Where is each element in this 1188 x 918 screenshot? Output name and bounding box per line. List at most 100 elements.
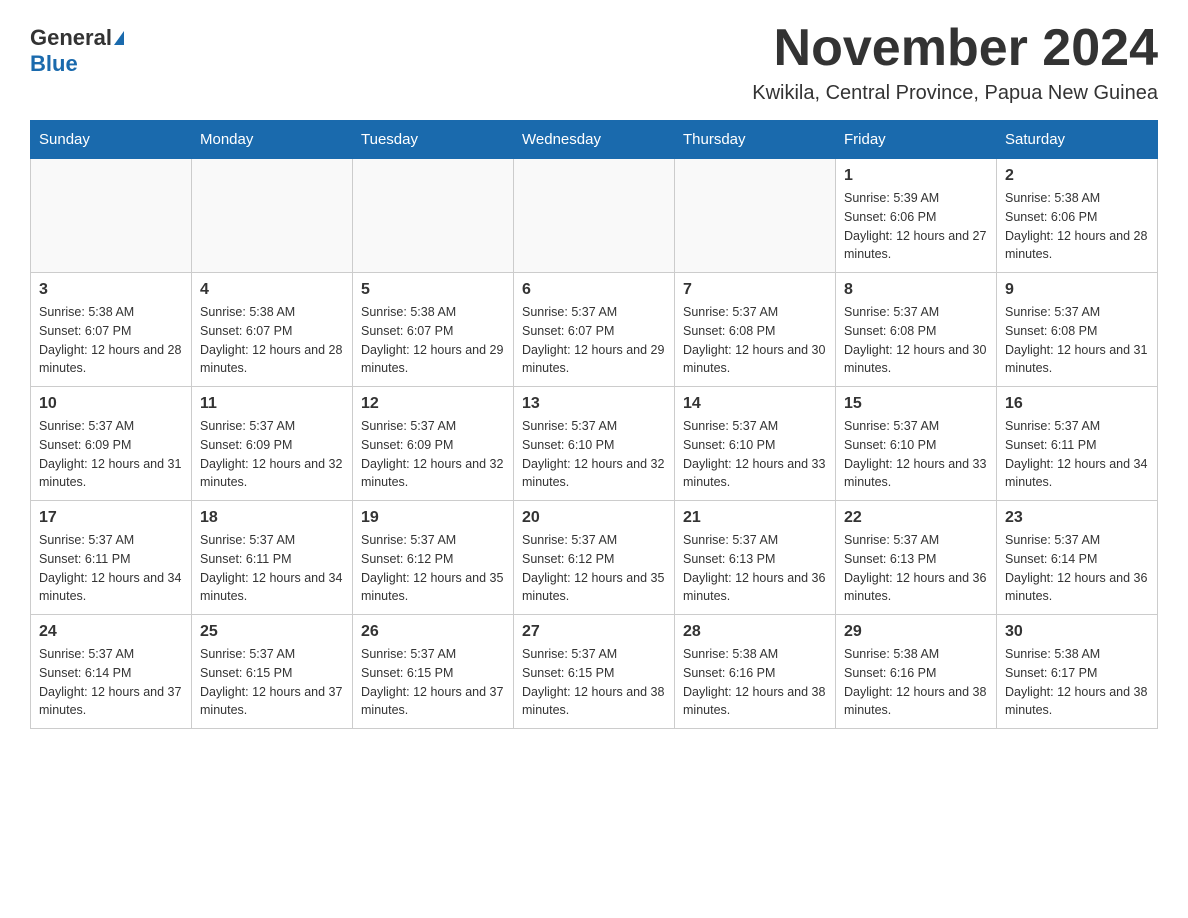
calendar-cell: 17 Sunrise: 5:37 AMSunset: 6:11 PMDayligh… <box>31 501 192 615</box>
cell-sun-info: Sunrise: 5:37 AMSunset: 6:09 PMDaylight:… <box>39 417 183 492</box>
cell-day-number: 15 <box>844 395 988 413</box>
page-header: General Blue November 2024 Kwikila, Cent… <box>30 20 1158 105</box>
cell-sun-info: Sunrise: 5:37 AMSunset: 6:14 PMDaylight:… <box>39 645 183 720</box>
day-header-saturday: Saturday <box>997 121 1158 159</box>
month-title: November 2024 <box>752 20 1158 77</box>
cell-day-number: 30 <box>1005 623 1149 641</box>
cell-day-number: 12 <box>361 395 505 413</box>
calendar-body: 1 Sunrise: 5:39 AMSunset: 6:06 PMDaylight… <box>31 159 1158 729</box>
cell-day-number: 9 <box>1005 281 1149 299</box>
cell-day-number: 25 <box>200 623 344 641</box>
cell-day-number: 19 <box>361 509 505 527</box>
calendar-cell: 20 Sunrise: 5:37 AMSunset: 6:12 PMDayligh… <box>514 501 675 615</box>
cell-day-number: 2 <box>1005 167 1149 185</box>
calendar-cell: 8 Sunrise: 5:37 AMSunset: 6:08 PMDaylight… <box>836 273 997 387</box>
cell-day-number: 6 <box>522 281 666 299</box>
calendar-cell: 21 Sunrise: 5:37 AMSunset: 6:13 PMDayligh… <box>675 501 836 615</box>
calendar-table: SundayMondayTuesdayWednesdayThursdayFrid… <box>30 120 1158 729</box>
cell-day-number: 27 <box>522 623 666 641</box>
calendar-cell: 3 Sunrise: 5:38 AMSunset: 6:07 PMDaylight… <box>31 273 192 387</box>
cell-sun-info: Sunrise: 5:37 AMSunset: 6:07 PMDaylight:… <box>522 303 666 378</box>
cell-sun-info: Sunrise: 5:37 AMSunset: 6:12 PMDaylight:… <box>361 531 505 606</box>
cell-day-number: 18 <box>200 509 344 527</box>
calendar-cell: 16 Sunrise: 5:37 AMSunset: 6:11 PMDayligh… <box>997 387 1158 501</box>
calendar-cell: 18Sunrise: 5:37 AMSunset: 6:11 PMDayligh… <box>192 501 353 615</box>
cell-day-number: 13 <box>522 395 666 413</box>
calendar-cell: 5Sunrise: 5:38 AMSunset: 6:07 PMDaylight… <box>353 273 514 387</box>
cell-day-number: 11 <box>200 395 344 413</box>
calendar-cell: 19 Sunrise: 5:37 AMSunset: 6:12 PMDayligh… <box>353 501 514 615</box>
cell-day-number: 22 <box>844 509 988 527</box>
calendar-cell: 9 Sunrise: 5:37 AMSunset: 6:08 PMDaylight… <box>997 273 1158 387</box>
calendar-cell <box>514 159 675 273</box>
calendar-cell: 4 Sunrise: 5:38 AMSunset: 6:07 PMDaylight… <box>192 273 353 387</box>
calendar-cell: 1 Sunrise: 5:39 AMSunset: 6:06 PMDaylight… <box>836 159 997 273</box>
cell-day-number: 21 <box>683 509 827 527</box>
cell-sun-info: Sunrise: 5:39 AMSunset: 6:06 PMDaylight:… <box>844 189 988 264</box>
logo-general: General <box>30 25 112 51</box>
calendar-week-row: 17 Sunrise: 5:37 AMSunset: 6:11 PMDayligh… <box>31 501 1158 615</box>
calendar-cell <box>31 159 192 273</box>
cell-sun-info: Sunrise: 5:38 AMSunset: 6:07 PMDaylight:… <box>200 303 344 378</box>
cell-day-number: 29 <box>844 623 988 641</box>
calendar-cell: 28 Sunrise: 5:38 AMSunset: 6:16 PMDayligh… <box>675 615 836 729</box>
cell-day-number: 4 <box>200 281 344 299</box>
day-header-monday: Monday <box>192 121 353 159</box>
cell-day-number: 3 <box>39 281 183 299</box>
cell-sun-info: Sunrise: 5:38 AMSunset: 6:07 PMDaylight:… <box>39 303 183 378</box>
cell-sun-info: Sunrise: 5:38 AMSunset: 6:16 PMDaylight:… <box>683 645 827 720</box>
day-header-thursday: Thursday <box>675 121 836 159</box>
cell-sun-info: Sunrise: 5:37 AMSunset: 6:08 PMDaylight:… <box>683 303 827 378</box>
cell-day-number: 1 <box>844 167 988 185</box>
calendar-header-row: SundayMondayTuesdayWednesdayThursdayFrid… <box>31 121 1158 159</box>
cell-sun-info: Sunrise: 5:37 AMSunset: 6:09 PMDaylight:… <box>361 417 505 492</box>
calendar-cell: 23Sunrise: 5:37 AMSunset: 6:14 PMDayligh… <box>997 501 1158 615</box>
cell-day-number: 17 <box>39 509 183 527</box>
cell-sun-info: Sunrise: 5:37 AMSunset: 6:11 PMDaylight:… <box>1005 417 1149 492</box>
calendar-cell: 15 Sunrise: 5:37 AMSunset: 6:10 PMDayligh… <box>836 387 997 501</box>
cell-sun-info: Sunrise: 5:38 AMSunset: 6:06 PMDaylight:… <box>1005 189 1149 264</box>
cell-day-number: 7 <box>683 281 827 299</box>
calendar-cell: 22 Sunrise: 5:37 AMSunset: 6:13 PMDayligh… <box>836 501 997 615</box>
cell-sun-info: Sunrise: 5:37 AMSunset: 6:12 PMDaylight:… <box>522 531 666 606</box>
calendar-cell: 11Sunrise: 5:37 AMSunset: 6:09 PMDayligh… <box>192 387 353 501</box>
calendar-cell: 13 Sunrise: 5:37 AMSunset: 6:10 PMDayligh… <box>514 387 675 501</box>
location-title: Kwikila, Central Province, Papua New Gui… <box>752 82 1158 105</box>
calendar-cell: 27Sunrise: 5:37 AMSunset: 6:15 PMDayligh… <box>514 615 675 729</box>
day-header-sunday: Sunday <box>31 121 192 159</box>
cell-day-number: 28 <box>683 623 827 641</box>
cell-day-number: 10 <box>39 395 183 413</box>
cell-sun-info: Sunrise: 5:38 AMSunset: 6:17 PMDaylight:… <box>1005 645 1149 720</box>
cell-sun-info: Sunrise: 5:37 AMSunset: 6:10 PMDaylight:… <box>844 417 988 492</box>
logo-blue: Blue <box>30 51 78 77</box>
cell-sun-info: Sunrise: 5:37 AMSunset: 6:13 PMDaylight:… <box>844 531 988 606</box>
title-block: November 2024 Kwikila, Central Province,… <box>752 20 1158 105</box>
calendar-cell: 25 Sunrise: 5:37 AMSunset: 6:15 PMDayligh… <box>192 615 353 729</box>
cell-sun-info: Sunrise: 5:37 AMSunset: 6:15 PMDaylight:… <box>200 645 344 720</box>
day-header-wednesday: Wednesday <box>514 121 675 159</box>
calendar-week-row: 24 Sunrise: 5:37 AMSunset: 6:14 PMDayligh… <box>31 615 1158 729</box>
cell-sun-info: Sunrise: 5:37 AMSunset: 6:08 PMDaylight:… <box>844 303 988 378</box>
cell-sun-info: Sunrise: 5:37 AMSunset: 6:15 PMDaylight:… <box>361 645 505 720</box>
cell-sun-info: Sunrise: 5:37 AMSunset: 6:11 PMDaylight:… <box>39 531 183 606</box>
cell-day-number: 24 <box>39 623 183 641</box>
cell-sun-info: Sunrise: 5:38 AMSunset: 6:16 PMDaylight:… <box>844 645 988 720</box>
calendar-cell: 7 Sunrise: 5:37 AMSunset: 6:08 PMDaylight… <box>675 273 836 387</box>
cell-sun-info: Sunrise: 5:37 AMSunset: 6:10 PMDaylight:… <box>683 417 827 492</box>
calendar-cell <box>353 159 514 273</box>
calendar-cell: 29 Sunrise: 5:38 AMSunset: 6:16 PMDayligh… <box>836 615 997 729</box>
cell-sun-info: Sunrise: 5:37 AMSunset: 6:08 PMDaylight:… <box>1005 303 1149 378</box>
calendar-cell: 24 Sunrise: 5:37 AMSunset: 6:14 PMDayligh… <box>31 615 192 729</box>
cell-sun-info: Sunrise: 5:37 AMSunset: 6:10 PMDaylight:… <box>522 417 666 492</box>
day-header-friday: Friday <box>836 121 997 159</box>
cell-sun-info: Sunrise: 5:38 AMSunset: 6:07 PMDaylight:… <box>361 303 505 378</box>
calendar-cell: 26 Sunrise: 5:37 AMSunset: 6:15 PMDayligh… <box>353 615 514 729</box>
cell-day-number: 8 <box>844 281 988 299</box>
calendar-cell: 10 Sunrise: 5:37 AMSunset: 6:09 PMDayligh… <box>31 387 192 501</box>
cell-day-number: 20 <box>522 509 666 527</box>
cell-sun-info: Sunrise: 5:37 AMSunset: 6:13 PMDaylight:… <box>683 531 827 606</box>
cell-day-number: 16 <box>1005 395 1149 413</box>
cell-day-number: 26 <box>361 623 505 641</box>
cell-day-number: 14 <box>683 395 827 413</box>
calendar-cell: 2 Sunrise: 5:38 AMSunset: 6:06 PMDaylight… <box>997 159 1158 273</box>
